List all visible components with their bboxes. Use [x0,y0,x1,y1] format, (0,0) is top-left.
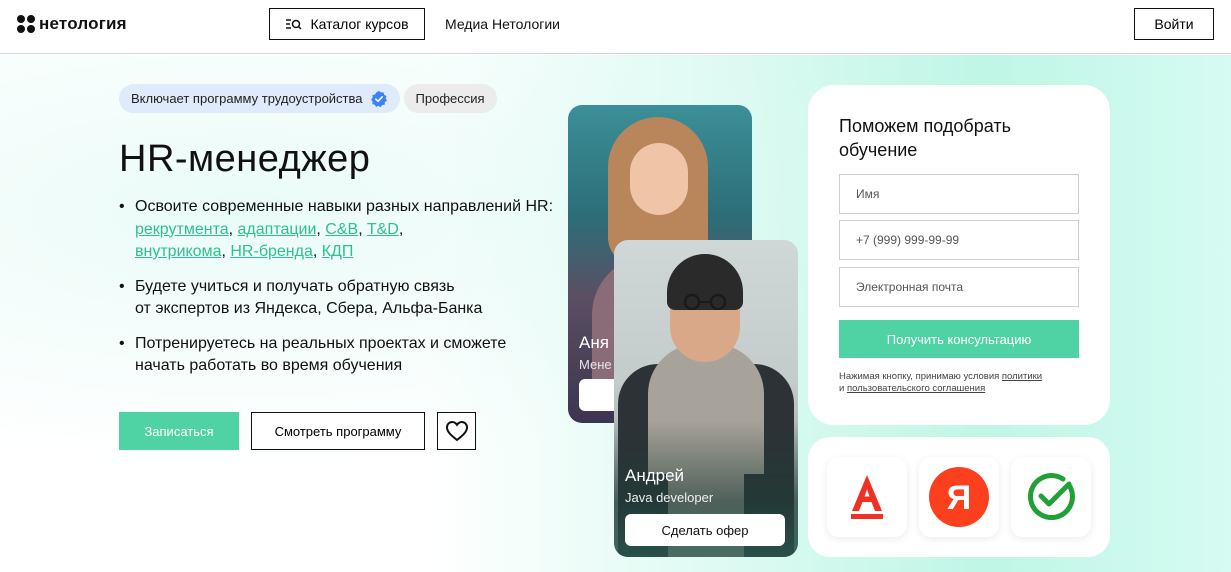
site-header: нетология Каталог курсов Медиа Нетологии… [0,0,1231,54]
make-offer-button[interactable]: Сделать офер [625,514,785,546]
benefit-item-skills: Освоите современные навыки разных направ… [119,196,559,264]
separator: , [228,220,238,238]
consent-and: и [839,383,847,394]
login-button[interactable]: Войти [1134,8,1214,40]
logo-text: нетология [39,14,127,33]
benefit-item-projects: Потренируетесь на реальных проектах и см… [119,333,559,378]
logo[interactable]: нетология [17,14,127,34]
link-hr-brand[interactable]: HR-бренда [230,243,312,260]
user-agreement-link[interactable]: пользовательского соглашения [847,383,985,394]
page-title: HR-менеджер [119,138,371,180]
employment-badge: Включает программу трудоустройства [119,84,400,113]
separator: , [316,220,326,238]
benefit-item-feedback: Будете учиться и получать обратную связь… [119,276,559,321]
profession-badge: Профессия [403,84,497,113]
student-role: Мене [579,357,612,372]
benefit-feedback-line1: Будете учиться и получать обратную связь [135,277,455,295]
benefit-projects-line2: начать работать во время обучения [135,357,403,374]
phone-field[interactable] [839,220,1079,260]
separator: , [358,220,367,238]
photo-face [630,143,688,215]
glasses-icon [683,293,727,310]
media-link[interactable]: Медиа Нетологии [445,16,560,32]
alfa-bank-logo [827,457,907,537]
email-field[interactable] [839,267,1079,307]
link-cb[interactable]: C&B [325,221,358,238]
link-recruitment[interactable]: рекрутмента [135,221,229,238]
benefit-feedback-line2: от экспертов из Яндекса, Сбера, Альфа-Ба… [135,300,483,317]
student-name: Андрей [625,466,685,485]
favorite-button[interactable] [437,412,476,450]
catalog-label: Каталог курсов [310,16,409,32]
link-td[interactable]: T&D [367,221,399,238]
yandex-logo: Я [919,457,999,537]
alfa-bank-icon [851,475,883,519]
profession-badge-label: Профессия [415,91,485,106]
name-field[interactable] [839,174,1079,214]
benefit-projects-line1: Потренируетесь на реальных проектах и см… [135,334,507,352]
verified-icon [370,90,387,107]
link-kdp[interactable]: КДП [322,243,354,260]
benefit-skills-text: Освоите современные навыки разных направ… [135,198,554,215]
student-name: Аня [579,333,609,352]
separator: , [312,243,322,260]
catalog-button[interactable]: Каталог курсов [269,8,425,40]
consultation-form: Поможем подобрать обучение Получить конс… [808,85,1110,425]
policy-link[interactable]: политики [1002,371,1042,382]
student-card-andrey: Андрей Java developer Сделать офер [614,240,798,557]
consent-text: Нажимая кнопку, принимаю условия политик… [839,371,1089,395]
logo-mark-icon [17,15,35,33]
yandex-icon: Я [929,467,989,527]
partners-panel: Я [808,437,1110,557]
sber-icon [1027,473,1075,521]
student-role: Java developer [625,490,714,505]
enroll-button[interactable]: Записаться [119,412,239,450]
separator: , [398,220,404,238]
heart-icon [445,420,468,442]
benefits-list: Освоите современные навыки разных направ… [119,196,559,390]
link-adaptation[interactable]: адаптации [238,221,317,238]
svg-text:Я: Я [947,479,971,517]
sber-logo [1011,457,1091,537]
view-program-button[interactable]: Смотреть программу [251,412,425,450]
link-internal-comms[interactable]: внутрикома [135,243,221,260]
consent-prefix: Нажимая кнопку, принимаю условия [839,371,1002,382]
catalog-search-icon [286,18,302,30]
form-title: Поможем подобрать обучение [839,116,1011,160]
get-consultation-button[interactable]: Получить консультацию [839,320,1079,358]
employment-badge-label: Включает программу трудоустройства [131,91,363,106]
badge-row: Включает программу трудоустройства Профе… [119,84,497,113]
